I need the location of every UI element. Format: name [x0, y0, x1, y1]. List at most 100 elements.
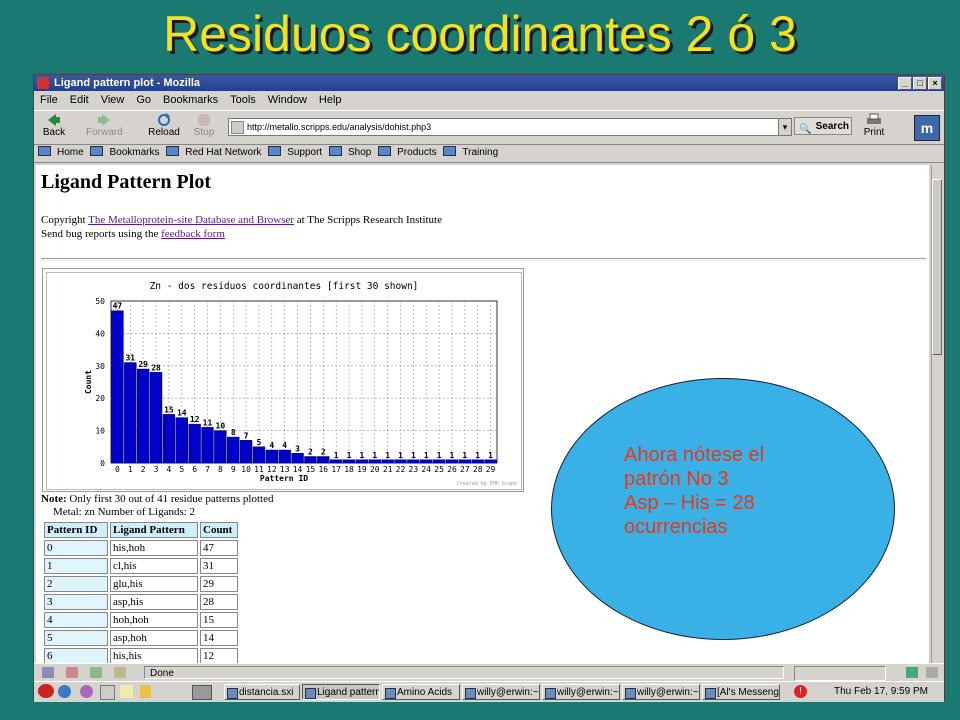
print-label: Print: [863, 127, 885, 138]
alert-icon[interactable]: !: [794, 685, 807, 698]
search-label: Search: [815, 121, 849, 132]
url-input[interactable]: http://metallo.scripps.edu/analysis/dohi…: [228, 118, 788, 136]
task-ligand-pattern[interactable]: Ligand pattern: [302, 684, 380, 700]
metalloprotein-link[interactable]: The Metalloprotein-site Database and Bro…: [88, 214, 294, 226]
browser-launcher-icon[interactable]: [58, 685, 71, 698]
bar-value-label: 1: [372, 451, 377, 460]
print-button[interactable]: Print: [859, 113, 889, 138]
bar: [484, 459, 497, 464]
bar: [201, 427, 214, 464]
callout-ellipse: Ahora nótese el patrón No 3 Asp – His = …: [551, 378, 895, 640]
bar-value-label: 1: [475, 451, 480, 460]
page-heading: Ligand Pattern Plot: [41, 171, 211, 193]
progress-bar: [794, 666, 886, 681]
bar: [291, 453, 304, 464]
slide-title: Residuos coordinantes 2 ó 3: [163, 6, 797, 62]
cell-ligand-pattern: glu,his: [110, 576, 198, 592]
reload-button[interactable]: Reload: [146, 113, 182, 138]
bar-value-label: 29: [138, 360, 148, 369]
scrollbar-thumb[interactable]: [932, 179, 942, 355]
x-tick-label: 14: [293, 465, 303, 474]
cell-count: 47: [200, 540, 238, 556]
toolbar-redhat[interactable]: Red Hat Network: [166, 144, 261, 162]
folder-icon: [268, 146, 282, 156]
x-tick-label: 21: [383, 465, 393, 474]
y-tick-label: 40: [95, 329, 105, 338]
status-text: Done: [144, 666, 784, 679]
toolbar-bookmarks[interactable]: Bookmarks: [90, 144, 159, 162]
menu-bookmarks[interactable]: Bookmarks: [163, 94, 218, 106]
feedback-form-link[interactable]: feedback form: [161, 228, 225, 240]
bar-value-label: 1: [334, 451, 339, 460]
bar: [227, 436, 240, 464]
url-dropdown-button[interactable]: ▾: [778, 118, 792, 136]
copyright-block: Copyright The Metalloprotein-site Databa…: [41, 213, 442, 241]
cell-pattern-id: 5: [44, 630, 108, 646]
menu-help[interactable]: Help: [319, 94, 342, 106]
address-book-icon[interactable]: [114, 667, 126, 678]
table-row: 1 cl,his 31: [44, 558, 238, 574]
chart-frame: Zn - dos residuos coordinantes [first 30…: [42, 268, 524, 492]
desktop-pager[interactable]: [192, 685, 212, 700]
calc-launcher-icon[interactable]: [120, 685, 133, 698]
toolbar-training[interactable]: Training: [443, 144, 498, 162]
mail-icon[interactable]: [66, 667, 78, 678]
menu-file[interactable]: File: [40, 94, 58, 106]
bar-value-label: 4: [282, 441, 287, 450]
bar-value-label: 28: [151, 363, 161, 372]
task-messenger[interactable]: [Al's Messeng: [702, 684, 780, 700]
mozilla-logo[interactable]: m: [914, 115, 940, 141]
cell-ligand-pattern: asp,hoh: [110, 630, 198, 646]
metal-line: Metal: zn Number of Ligands: 2: [53, 506, 196, 518]
y-tick-label: 20: [95, 394, 105, 403]
close-button[interactable]: ×: [928, 77, 942, 90]
x-tick-label: 6: [192, 465, 197, 474]
bar: [136, 368, 150, 464]
menu-go[interactable]: Go: [136, 94, 151, 106]
chart-panel: Zn - dos residuos coordinantes [first 30…: [46, 272, 522, 490]
bar: [368, 459, 381, 464]
menu-tools[interactable]: Tools: [230, 94, 256, 106]
x-tick-label: 27: [460, 465, 470, 474]
x-tick-label: 29: [486, 465, 496, 474]
maximize-button[interactable]: □: [913, 77, 927, 90]
mozilla-icon: [37, 77, 49, 89]
redhat-menu-icon[interactable]: [38, 684, 54, 698]
bar-value-label: 1: [437, 451, 442, 460]
bar: [317, 456, 330, 464]
task-terminal-3[interactable]: willy@erwin:~: [622, 684, 700, 700]
task-terminal-1[interactable]: willy@erwin:~: [462, 684, 540, 700]
navigator-icon[interactable]: [42, 667, 54, 678]
composer-icon[interactable]: [90, 667, 102, 678]
x-tick-label: 11: [254, 465, 264, 474]
menu-window[interactable]: Window: [268, 94, 307, 106]
vertical-scrollbar[interactable]: [931, 165, 943, 663]
bar-value-label: 1: [347, 451, 352, 460]
bar: [445, 459, 459, 464]
bar: [394, 459, 407, 464]
task-terminal-2[interactable]: willy@erwin:~: [542, 684, 620, 700]
menu-view[interactable]: View: [101, 94, 125, 106]
mail-launcher-icon[interactable]: [80, 685, 93, 698]
toolbar-home[interactable]: Home: [38, 144, 84, 162]
cell-pattern-id: 2: [44, 576, 108, 592]
writer-launcher-icon[interactable]: [100, 685, 115, 700]
task-amino-acids[interactable]: Amino Acids: [382, 684, 460, 700]
cell-count: 29: [200, 576, 238, 592]
toolbar-shop[interactable]: Shop: [329, 144, 371, 162]
menu-edit[interactable]: Edit: [70, 94, 89, 106]
bar-value-label: 5: [257, 438, 262, 447]
task-distancia[interactable]: distancia.sxi: [224, 684, 300, 700]
toolbar-support[interactable]: Support: [268, 144, 322, 162]
minimize-button[interactable]: _: [898, 77, 912, 90]
forward-button[interactable]: Forward: [86, 113, 123, 138]
back-button[interactable]: Back: [36, 113, 72, 138]
toolbar-products[interactable]: Products: [378, 144, 437, 162]
help-launcher-icon[interactable]: [140, 685, 151, 698]
search-button[interactable]: 🔍 Search: [794, 117, 852, 135]
x-tick-label: 12: [267, 465, 277, 474]
window-titlebar[interactable]: Ligand pattern plot - Mozilla _ □ ×: [34, 75, 944, 91]
bookmarks-icon: [90, 146, 104, 156]
stop-button[interactable]: Stop: [186, 113, 222, 138]
bar: [432, 459, 446, 464]
